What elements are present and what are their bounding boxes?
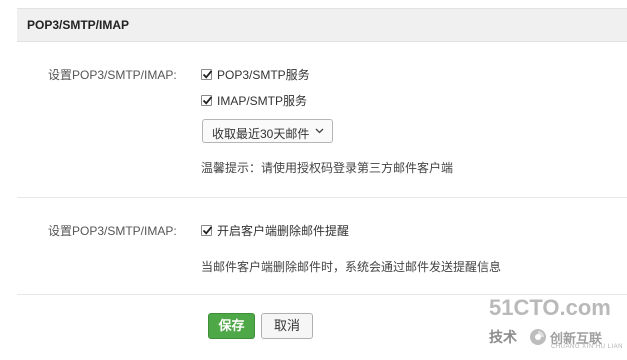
- delete-reminder-checkbox[interactable]: [201, 225, 213, 236]
- imap-smtp-option[interactable]: IMAP/SMTP服务: [201, 92, 307, 109]
- save-button[interactable]: 保存: [208, 313, 255, 339]
- brand-logo-icon: [530, 329, 546, 345]
- cancel-button[interactable]: 取消: [261, 313, 313, 339]
- watermark-pinyin: CHUANG XIN HU LIAN: [551, 344, 624, 350]
- checkmark-icon: [202, 96, 213, 105]
- pop3-smtp-checkbox[interactable]: [201, 69, 213, 80]
- delete-reminder-option[interactable]: 开启客户端删除邮件提醒: [201, 222, 349, 239]
- watermark: 51CTO.com 技术 创新互联 CHUANG XIN HU LIAN: [489, 295, 625, 355]
- pop3-smtp-label[interactable]: POP3/SMTP服务: [217, 66, 310, 83]
- checkmark-icon: [202, 70, 213, 79]
- section-header: POP3/SMTP/IMAP: [17, 8, 627, 42]
- receive-range-value: 收取最近30天邮件: [212, 127, 310, 141]
- divider: [17, 197, 627, 198]
- checkmark-icon: [202, 226, 213, 235]
- chevron-down-icon: [315, 128, 324, 134]
- section-label: 设置POP3/SMTP/IMAP:: [48, 224, 177, 238]
- delete-reminder-label[interactable]: 开启客户端删除邮件提醒: [217, 222, 349, 239]
- receive-range-select[interactable]: 收取最近30天邮件: [202, 119, 333, 143]
- imap-smtp-label[interactable]: IMAP/SMTP服务: [217, 92, 307, 109]
- pop3-smtp-option[interactable]: POP3/SMTP服务: [201, 66, 310, 83]
- watermark-tech: 技术: [489, 329, 517, 345]
- watermark-51cto: 51CTO.com: [489, 295, 611, 320]
- delete-reminder-note: 当邮件客户端删除邮件时，系统会通过邮件发送提醒信息: [201, 260, 502, 274]
- page-title: POP3/SMTP/IMAP: [27, 18, 130, 32]
- section-label: 设置POP3/SMTP/IMAP:: [48, 68, 177, 82]
- auth-code-tip: 温馨提示：请使用授权码登录第三方邮件客户端: [201, 161, 454, 175]
- imap-smtp-checkbox[interactable]: [201, 95, 213, 106]
